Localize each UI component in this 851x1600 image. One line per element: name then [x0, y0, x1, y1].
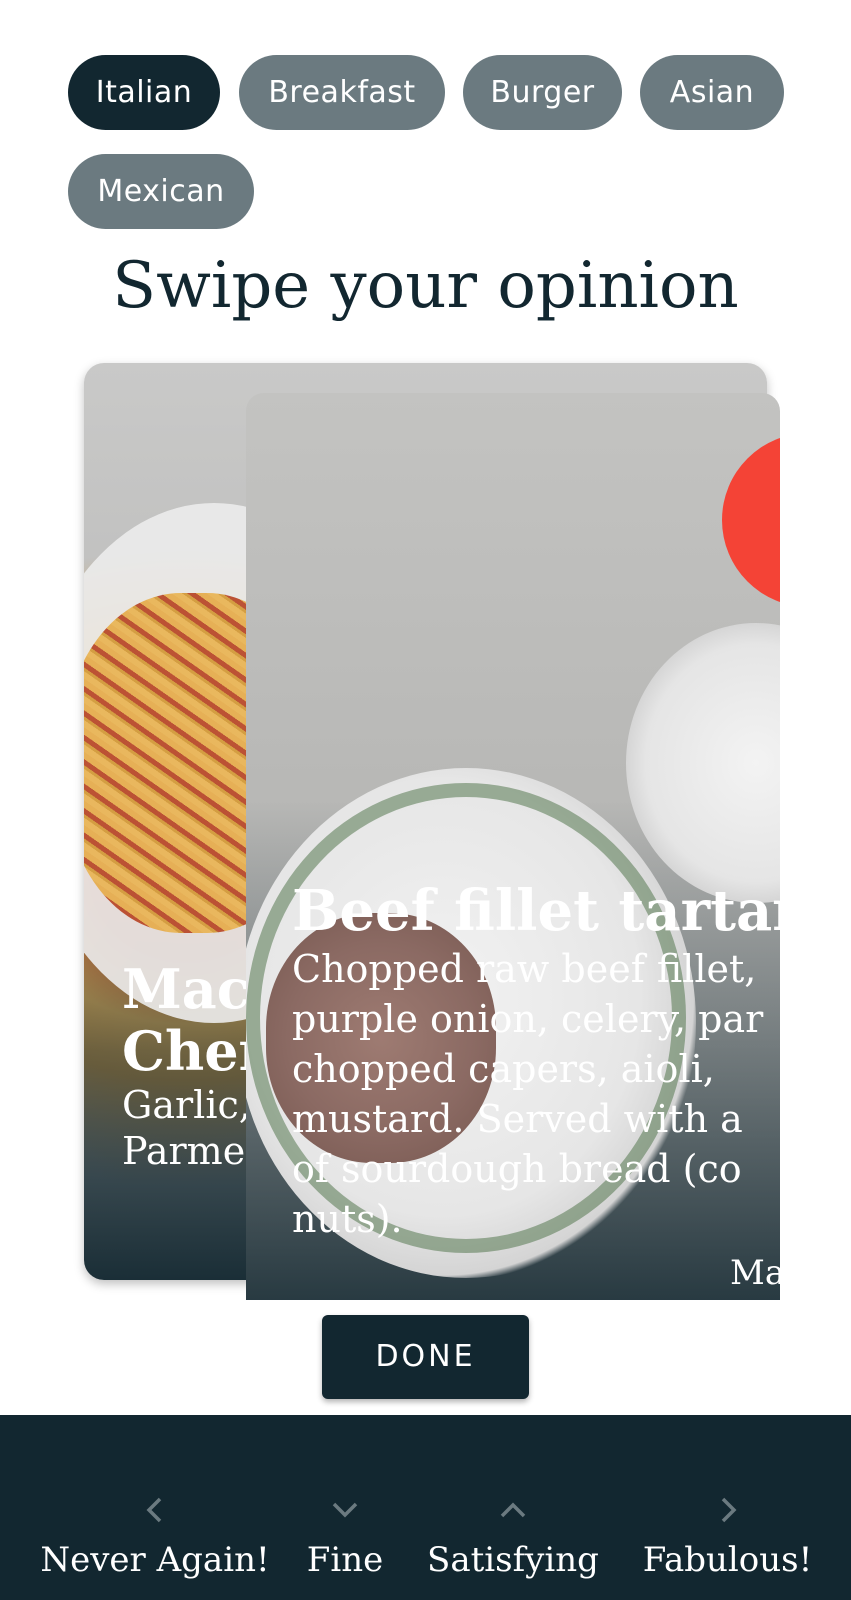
rate-label: Fine	[306, 1540, 384, 1580]
rate-label: Satisfying	[427, 1540, 599, 1580]
card-front-tag: Ma	[730, 1253, 780, 1293]
done-button[interactable]: DONE	[322, 1315, 529, 1399]
chip-mexican[interactable]: Mexican	[68, 154, 254, 229]
swipe-indicator-circle[interactable]	[722, 433, 780, 607]
card-front-description: Chopped raw beef fillet, purple onion, c…	[292, 947, 764, 1241]
chevron-down-icon	[300, 1495, 390, 1525]
dish-card-front[interactable]: Beef fillet tartare Chopped raw beef fil…	[246, 393, 780, 1300]
chip-burger[interactable]: Burger	[463, 55, 622, 130]
card-front-title: Beef fillet tartare	[292, 878, 780, 944]
rate-label: Fabulous!	[642, 1540, 813, 1580]
chip-italian[interactable]: Italian	[68, 55, 220, 130]
rate-never-again-button[interactable]: Never Again!	[40, 1415, 270, 1600]
card-front-text: Beef fillet tartare Chopped raw beef fil…	[292, 878, 780, 1244]
page-title: Swipe your opinion	[112, 249, 739, 323]
chip-asian[interactable]: Asian	[640, 55, 784, 130]
swipe-page: Italian Breakfast Burger Asian Mexican S…	[0, 0, 851, 1600]
rate-satisfying-button[interactable]: Satisfying	[423, 1415, 603, 1600]
chevron-up-icon	[423, 1495, 603, 1525]
category-chips: Italian Breakfast Burger Asian Mexican	[0, 0, 851, 240]
chevron-left-icon	[45, 1495, 265, 1525]
side-plate-image	[626, 623, 780, 903]
rate-label: Never Again!	[40, 1540, 270, 1580]
rate-fabulous-button[interactable]: Fabulous!	[640, 1415, 815, 1600]
rate-fine-button[interactable]: Fine	[300, 1415, 390, 1600]
rating-bar: Never Again! Fine Satisfying Fabulous!	[0, 1415, 851, 1600]
chip-breakfast[interactable]: Breakfast	[239, 55, 445, 130]
chevron-right-icon	[640, 1495, 815, 1525]
